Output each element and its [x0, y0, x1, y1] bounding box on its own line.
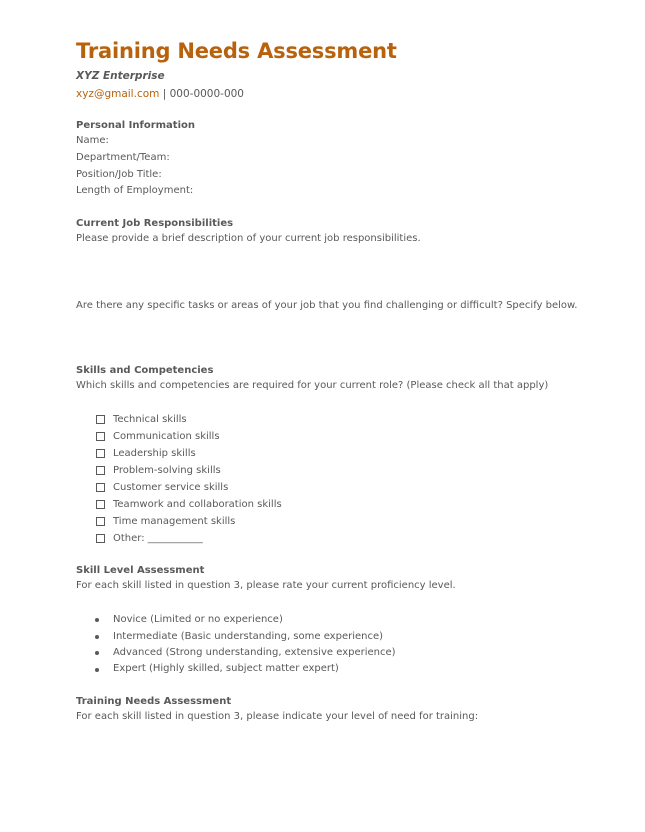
responsibilities-heading: Current Job Responsibilities: [76, 218, 234, 230]
challenges-prompt: Are there any specific tasks or areas of…: [76, 299, 578, 311]
personal-info-fields: Name: Department/Team: Position/Job Titl…: [76, 133, 596, 200]
skill-option[interactable]: Customer service skills: [96, 479, 596, 496]
bullet-icon: [95, 634, 99, 639]
checkbox-icon[interactable]: [96, 534, 105, 544]
skill-option-label: Leadership skills: [113, 447, 196, 459]
checkbox-icon[interactable]: [96, 500, 105, 510]
checkbox-icon[interactable]: [96, 483, 105, 492]
document-title: Training Needs Assessment: [76, 39, 397, 63]
bullet-icon: [95, 618, 99, 623]
skills-prompt: Which skills and competencies are requir…: [76, 379, 549, 391]
skill-level-label: Advanced (Strong understanding, extensiv…: [113, 646, 396, 658]
document-page: Training Needs Assessment XYZ Enterprise…: [76, 36, 596, 726]
list-item: Expert (Highly skilled, subject matter e…: [95, 661, 596, 677]
skill-level-heading: Skill Level Assessment: [76, 565, 205, 577]
training-needs-prompt: For each skill listed in question 3, ple…: [76, 710, 479, 722]
checkbox-icon[interactable]: [96, 448, 105, 458]
contact-separator: |: [162, 88, 167, 100]
skill-option-label: Problem-solving skills: [113, 464, 221, 476]
field-position: Position/Job Title:: [76, 168, 162, 180]
personal-info-heading: Personal Information: [76, 120, 195, 131]
field-length-of-employment: Length of Employment:: [76, 185, 194, 197]
skill-level-label: Intermediate (Basic understanding, some …: [113, 630, 384, 642]
list-item: Advanced (Strong understanding, extensiv…: [95, 645, 596, 661]
skill-option-label: Customer service skills: [113, 481, 229, 493]
checkbox-icon[interactable]: [96, 517, 105, 527]
skill-option-label: Teamwork and collaboration skills: [113, 499, 282, 511]
training-needs-heading: Training Needs Assessment: [76, 695, 232, 707]
skill-option[interactable]: Teamwork and collaboration skills: [96, 496, 596, 513]
skill-option-label: Time management skills: [113, 516, 236, 528]
skill-level-prompt: For each skill listed in question 3, ple…: [76, 580, 456, 592]
company-name: XYZ Enterprise: [76, 70, 165, 82]
skills-checklist: Technical skills Communication skills Le…: [76, 411, 596, 548]
skill-level-label: Expert (Highly skilled, subject matter e…: [113, 663, 339, 675]
checkbox-icon[interactable]: [96, 431, 105, 441]
skills-heading: Skills and Competencies: [76, 364, 214, 376]
phone-number: 000-0000-000: [169, 88, 244, 100]
skill-option-label: Communication skills: [113, 430, 220, 442]
field-department: Department/Team:: [76, 151, 170, 163]
skill-option-label: Other: ___________: [113, 533, 203, 545]
bullet-icon: [95, 667, 99, 672]
list-item: Intermediate (Basic understanding, some …: [95, 629, 596, 645]
skill-option[interactable]: Technical skills: [96, 411, 596, 428]
skill-option[interactable]: Communication skills: [96, 428, 596, 445]
skill-option[interactable]: Leadership skills: [96, 445, 596, 462]
skill-option-other[interactable]: Other: ___________: [96, 530, 596, 547]
skill-level-label: Novice (Limited or no experience): [113, 614, 283, 626]
checkbox-icon[interactable]: [96, 465, 105, 475]
skill-option[interactable]: Problem-solving skills: [96, 462, 596, 479]
skill-option-label: Technical skills: [113, 413, 187, 425]
field-name: Name:: [76, 135, 109, 146]
skill-level-list: Novice (Limited or no experience) Interm…: [76, 612, 596, 678]
email-link[interactable]: xyz@gmail.com: [76, 88, 159, 100]
responsibilities-prompt: Please provide a brief description of yo…: [76, 233, 421, 245]
skill-option[interactable]: Time management skills: [96, 513, 596, 530]
contact-line: xyz@gmail.com | 000-0000-000: [76, 87, 596, 101]
bullet-icon: [95, 651, 99, 656]
list-item: Novice (Limited or no experience): [95, 612, 596, 628]
checkbox-icon[interactable]: [96, 414, 105, 424]
